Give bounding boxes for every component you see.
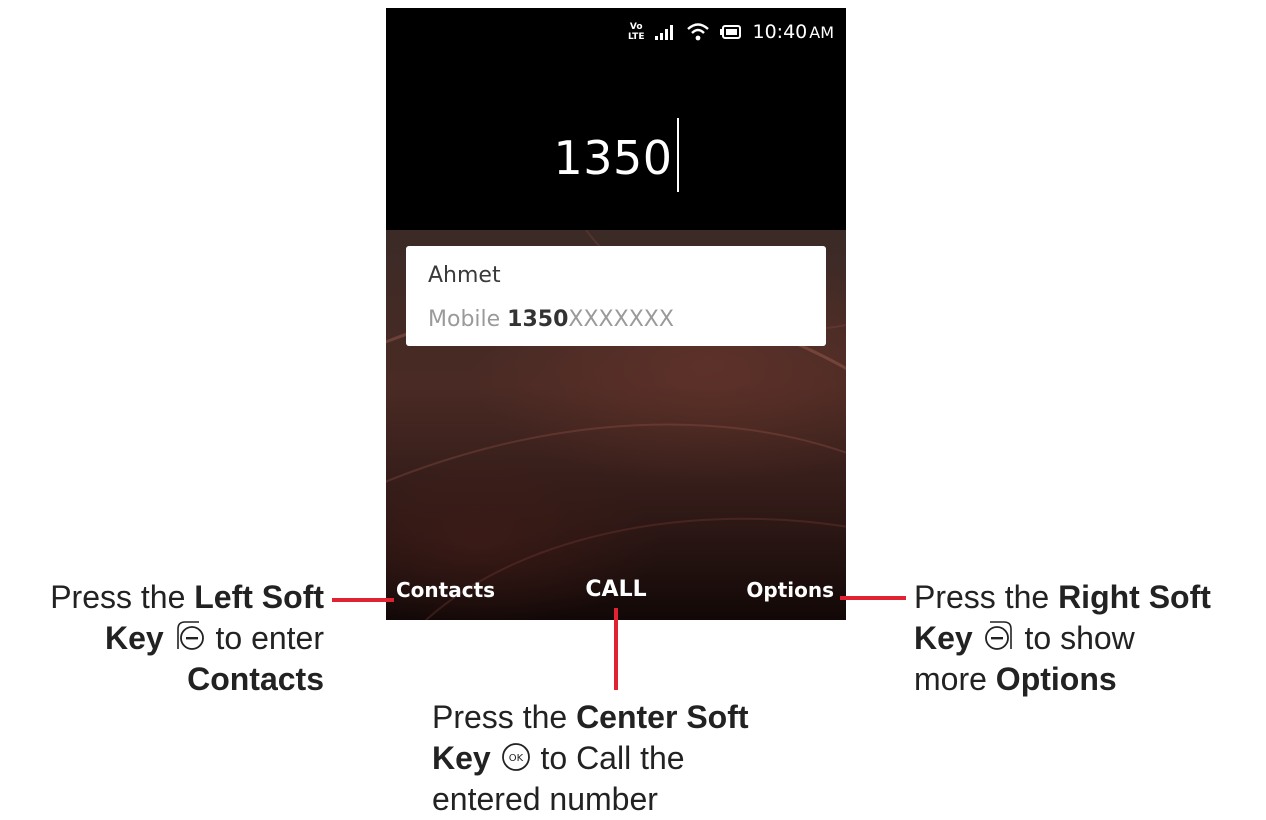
clock: 10:40 AM xyxy=(752,21,834,43)
dialed-number[interactable]: 1350 xyxy=(386,118,846,192)
volte-icon: Vo LTE xyxy=(628,22,645,42)
status-bar: Vo LTE 10:40 AM xyxy=(628,18,834,46)
right-callout-line1: Press the Right Soft xyxy=(914,579,1211,615)
volte-label-bottom: LTE xyxy=(627,32,645,42)
contact-number-row: Mobile 1350XXXXXXX xyxy=(428,300,804,340)
left-softkey-icon xyxy=(176,621,204,650)
center-callout-line1: Press the Center Soft xyxy=(432,699,749,735)
ok-key-glyph: OK xyxy=(508,753,523,764)
contact-name: Ahmet xyxy=(428,263,501,288)
right-softkey-icon xyxy=(984,621,1012,650)
right-callout-line xyxy=(840,596,906,600)
left-callout-line xyxy=(332,598,394,602)
dialed-number-text: 1350 xyxy=(553,131,673,185)
left-callout-line1: Press the Left Soft xyxy=(50,579,324,615)
right-callout-line3: more Options xyxy=(914,661,1117,697)
softkey-bar: CALL Contacts Options xyxy=(386,570,846,610)
number-match: 1350 xyxy=(507,307,569,332)
softkey-left-contacts[interactable]: Contacts xyxy=(396,570,495,610)
right-callout-line2: Key to show xyxy=(914,620,1135,656)
center-softkey-callout: Press the Center Soft Key OK to Call the… xyxy=(432,697,832,820)
right-softkey-callout: Press the Right Soft Key to show more Op… xyxy=(914,577,1264,700)
clock-time: 10:40 xyxy=(752,21,808,43)
ok-key-icon: OK xyxy=(501,743,530,771)
wifi-icon xyxy=(687,23,710,41)
left-softkey-callout: Press the Left Soft Key to enter Contact… xyxy=(0,577,324,700)
phone-screen: Vo LTE 10:40 AM 1350 Ahmet Mobile 1350XX… xyxy=(386,8,846,620)
clock-ampm: AM xyxy=(809,23,834,42)
signal-icon xyxy=(655,25,674,40)
battery-icon xyxy=(720,25,742,39)
number-type-label: Mobile xyxy=(428,307,501,332)
number-rest: XXXXXXX xyxy=(568,307,674,332)
softkey-right-options[interactable]: Options xyxy=(746,570,834,610)
center-callout-line xyxy=(614,608,618,690)
center-callout-line3: entered number xyxy=(432,781,658,817)
volte-label-top: Vo xyxy=(629,22,643,32)
center-callout-line2: Key OK to Call the xyxy=(432,740,685,776)
text-caret xyxy=(676,118,679,192)
left-callout-line2: Key to enter xyxy=(105,620,324,656)
left-callout-line3: Contacts xyxy=(187,661,324,697)
contact-suggestion[interactable]: Ahmet Mobile 1350XXXXXXX xyxy=(406,246,826,346)
